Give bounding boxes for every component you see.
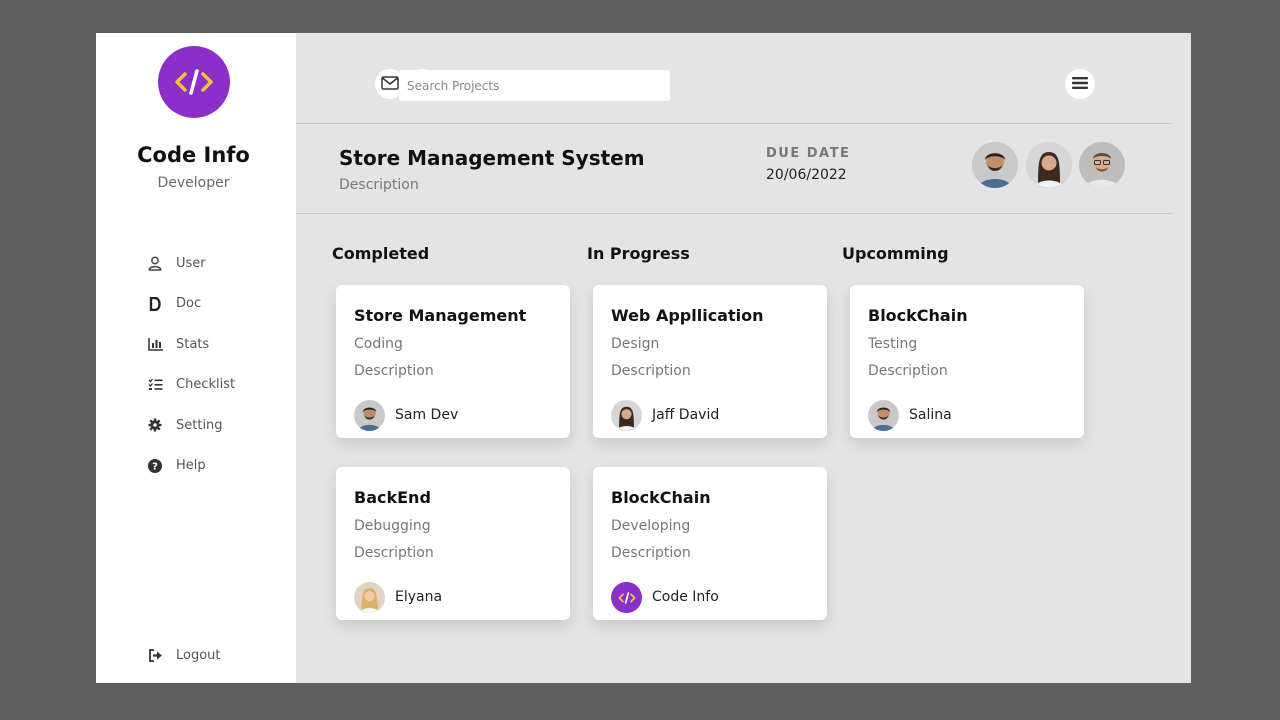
card-description: Description — [611, 545, 691, 561]
help-icon: ? — [146, 457, 164, 475]
card-task: Developing — [611, 518, 691, 534]
sidebar-item-label: Help — [176, 458, 206, 473]
stats-icon — [146, 335, 164, 353]
card-user-name: Jaff David — [652, 407, 720, 423]
checklist-icon — [146, 376, 164, 394]
search-input[interactable] — [399, 70, 670, 101]
team-avatar[interactable] — [972, 142, 1018, 188]
avatar — [354, 582, 385, 613]
sidebar: Code Info Developer User Doc Stats Check… — [96, 33, 296, 683]
sidebar-item-help[interactable]: ? Help — [146, 456, 235, 476]
card-task: Design — [611, 336, 660, 352]
logout-icon — [146, 646, 164, 664]
column-title-in-progress: In Progress — [587, 244, 690, 263]
sidebar-item-label: Stats — [176, 336, 210, 352]
column-title-upcoming: Upcomming — [842, 244, 949, 263]
brand-role: Developer — [157, 175, 230, 191]
user-icon — [146, 254, 164, 272]
card-title: BlockChain — [868, 306, 968, 325]
sidebar-nav: User Doc Stats Checklist Setting ? Help — [146, 253, 235, 496]
header-divider — [296, 123, 1172, 124]
avatar — [868, 400, 899, 431]
team-avatar[interactable] — [1026, 142, 1072, 188]
task-card[interactable]: Web Appllication Design Description Jaff… — [593, 285, 827, 438]
logout-button[interactable]: Logout — [146, 645, 221, 665]
avatar — [354, 400, 385, 431]
card-title: Web Appllication — [611, 306, 764, 325]
card-description: Description — [354, 363, 434, 379]
menu-icon — [1072, 75, 1088, 94]
due-date-value: 20/06/2022 — [766, 167, 847, 183]
due-date-label: DUE DATE — [766, 146, 851, 161]
mail-icon — [381, 75, 399, 94]
gear-icon — [146, 416, 164, 434]
card-title: BlockChain — [611, 488, 711, 507]
brand-name: Code Info — [137, 143, 250, 167]
doc-icon — [146, 295, 164, 313]
project-divider — [296, 213, 1172, 214]
sidebar-item-label: Doc — [176, 296, 202, 311]
card-user-name: Code Info — [652, 589, 719, 605]
sidebar-item-user[interactable]: User — [146, 253, 235, 273]
sidebar-item-label: Setting — [176, 417, 223, 433]
card-user-name: Salina — [909, 407, 952, 423]
card-description: Description — [868, 363, 948, 379]
task-card[interactable]: BackEnd Debugging Description Elyana — [336, 467, 570, 620]
task-card[interactable]: BlockChain Developing Description Code I… — [593, 467, 827, 620]
card-title: BackEnd — [354, 488, 431, 507]
card-task: Testing — [868, 336, 918, 352]
card-user-name: Elyana — [395, 589, 443, 605]
task-card[interactable]: BlockChain Testing Description Salina — [850, 285, 1084, 438]
svg-text:?: ? — [152, 461, 158, 472]
logout-label: Logout — [176, 647, 221, 663]
sidebar-item-label: User — [176, 255, 206, 271]
project-description: Description — [339, 177, 419, 193]
sidebar-item-checklist[interactable]: Checklist — [146, 375, 235, 395]
sidebar-item-doc[interactable]: Doc — [146, 294, 235, 314]
avatar — [611, 400, 642, 431]
menu-button[interactable] — [1065, 69, 1095, 99]
sidebar-item-setting[interactable]: Setting — [146, 415, 235, 435]
sidebar-item-label: Checklist — [176, 377, 236, 392]
project-title: Store Management System — [339, 146, 645, 170]
card-task: Coding — [354, 336, 403, 352]
card-title: Store Management — [354, 306, 527, 325]
card-user-name: Sam Dev — [395, 407, 459, 423]
task-card[interactable]: Store Management Coding Description Sam … — [336, 285, 570, 438]
column-title-completed: Completed — [332, 244, 430, 263]
sidebar-item-stats[interactable]: Stats — [146, 334, 235, 354]
team-avatar[interactable] — [1079, 142, 1125, 188]
app-window: Code Info Developer User Doc Stats Check… — [96, 33, 1191, 683]
code-icon[interactable] — [158, 46, 230, 118]
card-task: Debugging — [354, 518, 431, 534]
card-description: Description — [611, 363, 691, 379]
card-description: Description — [354, 545, 434, 561]
code-icon — [611, 582, 642, 613]
